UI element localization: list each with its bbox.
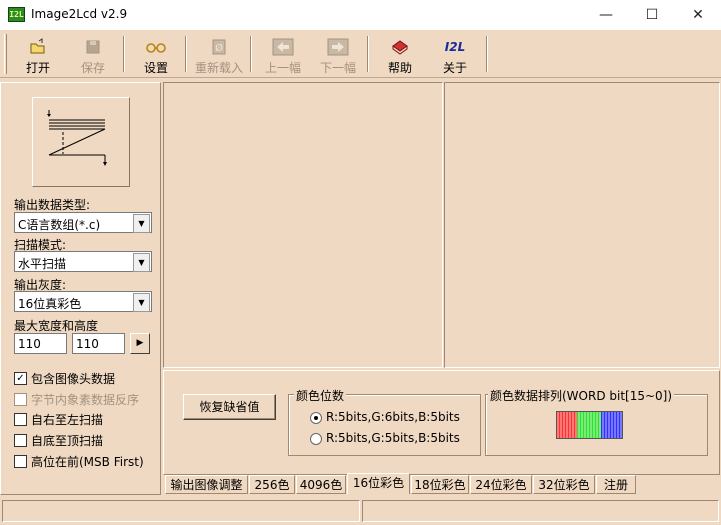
help-book-icon [392, 40, 408, 55]
rgb-bit-layout-icon [557, 412, 622, 438]
output-type-value: C语言数组(*.c) [18, 218, 101, 232]
restore-defaults-button[interactable]: 恢复缺省值 [183, 394, 276, 420]
apply-size-button[interactable]: ▶ [130, 333, 150, 354]
help-label: 帮助 [387, 61, 412, 75]
arrow-left-icon [272, 38, 294, 56]
include-header-label: 包含图像头数据 [31, 372, 116, 386]
app-icon: I2L [8, 7, 25, 22]
tab-4096-color[interactable]: 4096色 [296, 475, 346, 494]
help-button[interactable]: 帮助 [373, 32, 427, 76]
color-bits-title: 颜色位数 [294, 387, 347, 404]
tab-16bit-color[interactable]: 16位彩色 [347, 473, 410, 494]
status-cell-right [362, 500, 719, 522]
tab-256-color[interactable]: 256色 [249, 475, 295, 494]
open-label: 打开 [25, 61, 50, 75]
msb-first-label: 高位在前(MSB First) [31, 455, 144, 469]
settings-button[interactable]: 设置 [129, 32, 183, 76]
radio-dot[interactable] [310, 412, 322, 424]
reverse-pixel-order-label: 字节内象素数据反序 [31, 393, 140, 407]
reload-label: 重新载入 [194, 61, 243, 75]
max-height-input[interactable]: 110 [72, 333, 125, 354]
open-folder-icon [30, 38, 45, 54]
reload-icon: Ø [212, 39, 226, 55]
output-type-label: 输出数据类型: [14, 198, 91, 212]
chevron-down-icon[interactable]: ▼ [133, 214, 150, 233]
scan-mode-value: 水平扫描 [18, 257, 67, 271]
chevron-down-icon[interactable]: ▼ [133, 293, 150, 312]
source-image-pane[interactable] [163, 82, 443, 368]
radio-565[interactable]: R:5bits,G:6bits,B:5bits [310, 410, 470, 426]
right-to-left-label: 自右至左扫描 [31, 413, 104, 427]
play-arrow-icon: ▶ [136, 338, 144, 348]
toolbar-separator [486, 36, 488, 72]
prev-image-label: 上一幅 [264, 61, 301, 75]
checkbox-box[interactable] [14, 393, 27, 406]
max-size-label: 最大宽度和高度 [14, 319, 99, 333]
maximize-button[interactable]: ☐ [629, 0, 675, 30]
tab-24bit-color[interactable]: 24位彩色 [470, 475, 532, 494]
svg-text:Ø: Ø [215, 42, 223, 54]
tab-18bit-color[interactable]: 18位彩色 [411, 475, 469, 494]
bottom-to-top-label: 自底至顶扫描 [31, 434, 104, 448]
max-height-value: 110 [76, 337, 99, 351]
window-title: Image2Lcd v2.9 [31, 7, 128, 21]
tab-output-adjust[interactable]: 输出图像调整 [165, 475, 248, 494]
prev-image-button[interactable]: 上一幅 [256, 32, 310, 76]
save-label: 保存 [80, 61, 105, 75]
scan-mode-select[interactable]: 水平扫描 ▼ [14, 251, 152, 272]
max-width-value: 110 [18, 337, 41, 351]
arrow-right-icon [327, 38, 349, 56]
toolbar-separator [367, 36, 369, 72]
gray-level-value: 16位真彩色 [18, 297, 82, 311]
reload-button[interactable]: Ø 重新载入 [191, 32, 247, 76]
next-image-label: 下一幅 [319, 61, 356, 75]
radio-555-label: R:5bits,G:5bits,B:5bits [326, 431, 460, 445]
color-order-title: 颜色数据排列(WORD bit[15~0]) [488, 387, 675, 404]
checkbox-box[interactable] [14, 434, 27, 447]
next-image-button[interactable]: 下一幅 [311, 32, 365, 76]
minimize-button[interactable]: — [583, 0, 629, 30]
chevron-down-icon[interactable]: ▼ [133, 253, 150, 272]
status-cell-left [2, 500, 360, 522]
scan-mode-preview [32, 97, 130, 187]
radio-555[interactable]: R:5bits,G:5bits,B:5bits [310, 431, 470, 447]
save-button[interactable]: 保存 [66, 32, 120, 76]
output-type-select[interactable]: C语言数组(*.c) ▼ [14, 212, 152, 233]
open-button[interactable]: 打开 [11, 32, 65, 76]
about-label: 关于 [442, 61, 467, 75]
scan-direction-diagram-icon [47, 110, 107, 166]
checkbox-box[interactable] [14, 455, 27, 468]
radio-dot[interactable] [310, 433, 322, 445]
max-width-input[interactable]: 110 [14, 333, 67, 354]
tab-register[interactable]: 注册 [596, 475, 636, 494]
close-button[interactable]: ✕ [675, 0, 721, 30]
save-disk-icon [86, 40, 100, 54]
toolbar-grip [4, 34, 7, 74]
about-button[interactable]: I2L 关于 [428, 32, 482, 76]
toolbar-separator [250, 36, 252, 72]
color-order-bar [556, 411, 623, 439]
output-image-pane[interactable] [444, 82, 720, 368]
toolbar-separator [123, 36, 125, 72]
tab-32bit-color[interactable]: 32位彩色 [533, 475, 595, 494]
checkbox-box[interactable]: ✓ [14, 372, 27, 385]
toolbar-separator [185, 36, 187, 72]
about-logo-icon: I2L [444, 40, 466, 54]
radio-565-label: R:5bits,G:6bits,B:5bits [326, 410, 460, 424]
glasses-icon [146, 43, 166, 53]
gray-level-select[interactable]: 16位真彩色 ▼ [14, 291, 152, 312]
settings-label: 设置 [143, 61, 168, 75]
checkbox-box[interactable] [14, 413, 27, 426]
